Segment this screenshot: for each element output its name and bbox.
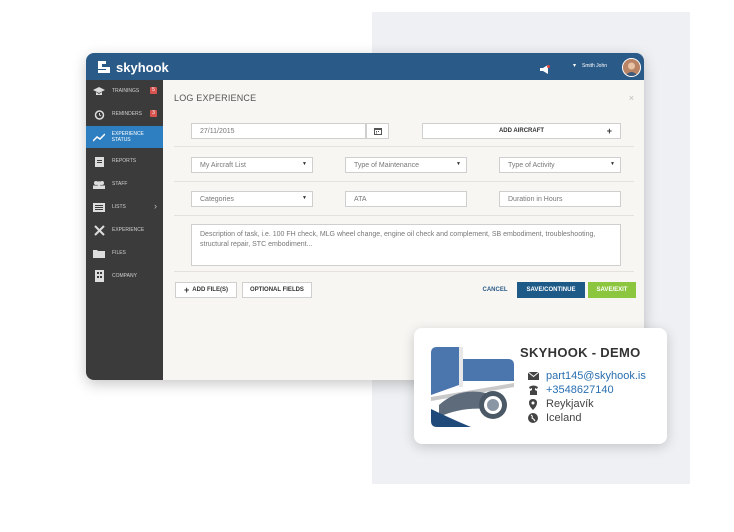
caret-down-icon: ▼	[302, 195, 307, 201]
caret-down-icon: ▼	[302, 161, 307, 167]
divider	[174, 215, 634, 216]
sidebar-item-label: Company	[112, 273, 137, 279]
email-row[interactable]: part145@skyhook.is	[527, 369, 646, 383]
sidebar-item-label: Lists	[112, 204, 126, 210]
user-menu[interactable]: ▾ Smith John	[573, 62, 608, 70]
count-badge: 5	[150, 87, 157, 94]
divider	[174, 271, 634, 272]
duration-input[interactable]: Duration in Hours	[499, 191, 621, 207]
activity-select-value: Type of Activity	[508, 161, 555, 169]
folder-icon	[92, 249, 106, 258]
sidebar-item-staff[interactable]: Staff	[86, 173, 163, 195]
envelope-icon	[527, 372, 539, 380]
caret-down-icon: ▼	[456, 161, 461, 167]
save-continue-button[interactable]: SAVE/CONTINUE	[517, 282, 585, 298]
user-name: Smith John	[582, 62, 608, 69]
calendar-icon	[373, 128, 382, 135]
sidebar-item-reports[interactable]: Reports	[86, 150, 163, 172]
avatar[interactable]	[622, 58, 641, 77]
company-card: SKYHOOK - DEMO part145@skyhook.is +35486…	[414, 328, 667, 444]
city-row: Reykjavík	[527, 397, 594, 411]
clipboard-icon	[92, 156, 106, 167]
add-files-label: ADD FILE(S)	[192, 287, 228, 293]
skyhook-logo-icon	[98, 61, 110, 73]
sidebar: Trainings 5 Reminders 3 Experience Statu…	[86, 80, 163, 380]
categories-select-value: Categories	[200, 195, 234, 203]
line-chart-icon	[92, 132, 106, 142]
country-text: Iceland	[546, 412, 582, 424]
sidebar-item-label: Experience	[112, 227, 145, 233]
users-icon	[92, 180, 106, 189]
brand-logo[interactable]: skyhook	[96, 58, 169, 76]
sidebar-item-trainings[interactable]: Trainings 5	[86, 80, 163, 102]
add-aircraft-label: ADD AIRCRAFT	[498, 128, 545, 134]
count-badge: 3	[150, 110, 157, 117]
sidebar-item-experience-status[interactable]: Experience Status	[86, 126, 163, 148]
divider	[174, 181, 634, 182]
categories-select[interactable]: Categories ▼	[191, 191, 313, 207]
sidebar-item-label: Reports	[112, 158, 137, 164]
chevron-right-icon: ›	[154, 201, 157, 211]
optional-fields-label: OPTIONAL FIELDS	[250, 287, 304, 293]
sidebar-item-experience[interactable]: Experience	[86, 219, 163, 241]
close-icon[interactable]: ×	[629, 93, 634, 103]
date-field[interactable]: 27/11/2015	[191, 123, 366, 139]
save-exit-button[interactable]: SAVE/EXIT	[588, 282, 636, 298]
city-text: Reykjavík	[546, 398, 594, 410]
caret-down-icon: ▼	[610, 161, 615, 167]
maintenance-select-value: Type of Maintenance	[354, 161, 419, 169]
description-textarea[interactable]: Description of task, i.e. 100 FH check, …	[191, 224, 621, 266]
activity-type-select[interactable]: Type of Activity ▼	[499, 157, 621, 173]
email-link[interactable]: part145@skyhook.is	[546, 370, 646, 382]
sidebar-item-company[interactable]: Company	[86, 265, 163, 287]
skyhook-demo-logo-icon	[431, 347, 514, 427]
tools-icon	[92, 224, 106, 236]
phone-icon	[527, 385, 539, 395]
list-icon	[92, 202, 106, 212]
add-files-button[interactable]: + ADD FILE(S)	[175, 282, 237, 298]
alarm-clock-icon	[92, 109, 106, 120]
maintenance-type-select[interactable]: Type of Maintenance ▼	[345, 157, 467, 173]
country-row: Iceland	[527, 411, 581, 425]
phone-link[interactable]: +3548627140	[546, 384, 614, 396]
top-bar: skyhook ▾ Smith John	[86, 53, 644, 80]
divider	[174, 146, 634, 147]
page-title: LOG EXPERIENCE	[174, 93, 257, 103]
sidebar-item-label: Reminders	[112, 111, 143, 117]
sidebar-item-lists[interactable]: Lists ›	[86, 196, 163, 218]
sidebar-item-files[interactable]: Files	[86, 242, 163, 264]
plus-icon: +	[184, 285, 190, 295]
plus-icon: +	[606, 126, 612, 136]
calendar-button[interactable]	[366, 123, 389, 139]
graduation-cap-icon	[92, 86, 106, 96]
add-aircraft-button[interactable]: ADD AIRCRAFT +	[422, 123, 621, 139]
aircraft-select-value: My Aircraft List	[200, 161, 246, 169]
sidebar-item-label: Files	[112, 250, 126, 256]
sidebar-item-label: Experience Status	[111, 131, 144, 143]
ata-input[interactable]: ATA	[345, 191, 467, 207]
building-icon	[92, 270, 106, 282]
chevron-down-icon: ▾	[573, 63, 577, 69]
optional-fields-button[interactable]: OPTIONAL FIELDS	[242, 282, 312, 298]
cancel-button[interactable]: CANCEL	[475, 282, 515, 298]
megaphone-icon[interactable]	[539, 61, 550, 79]
aircraft-select[interactable]: My Aircraft List ▼	[191, 157, 313, 173]
phone-row[interactable]: +3548627140	[527, 383, 614, 397]
map-pin-icon	[527, 398, 539, 410]
sidebar-item-label: Trainings	[112, 88, 140, 94]
brand-name: skyhook	[116, 59, 169, 75]
sidebar-item-reminders[interactable]: Reminders 3	[86, 103, 163, 125]
company-name: SKYHOOK - DEMO	[520, 345, 641, 360]
globe-icon	[527, 413, 539, 423]
sidebar-item-label: Staff	[112, 181, 128, 187]
